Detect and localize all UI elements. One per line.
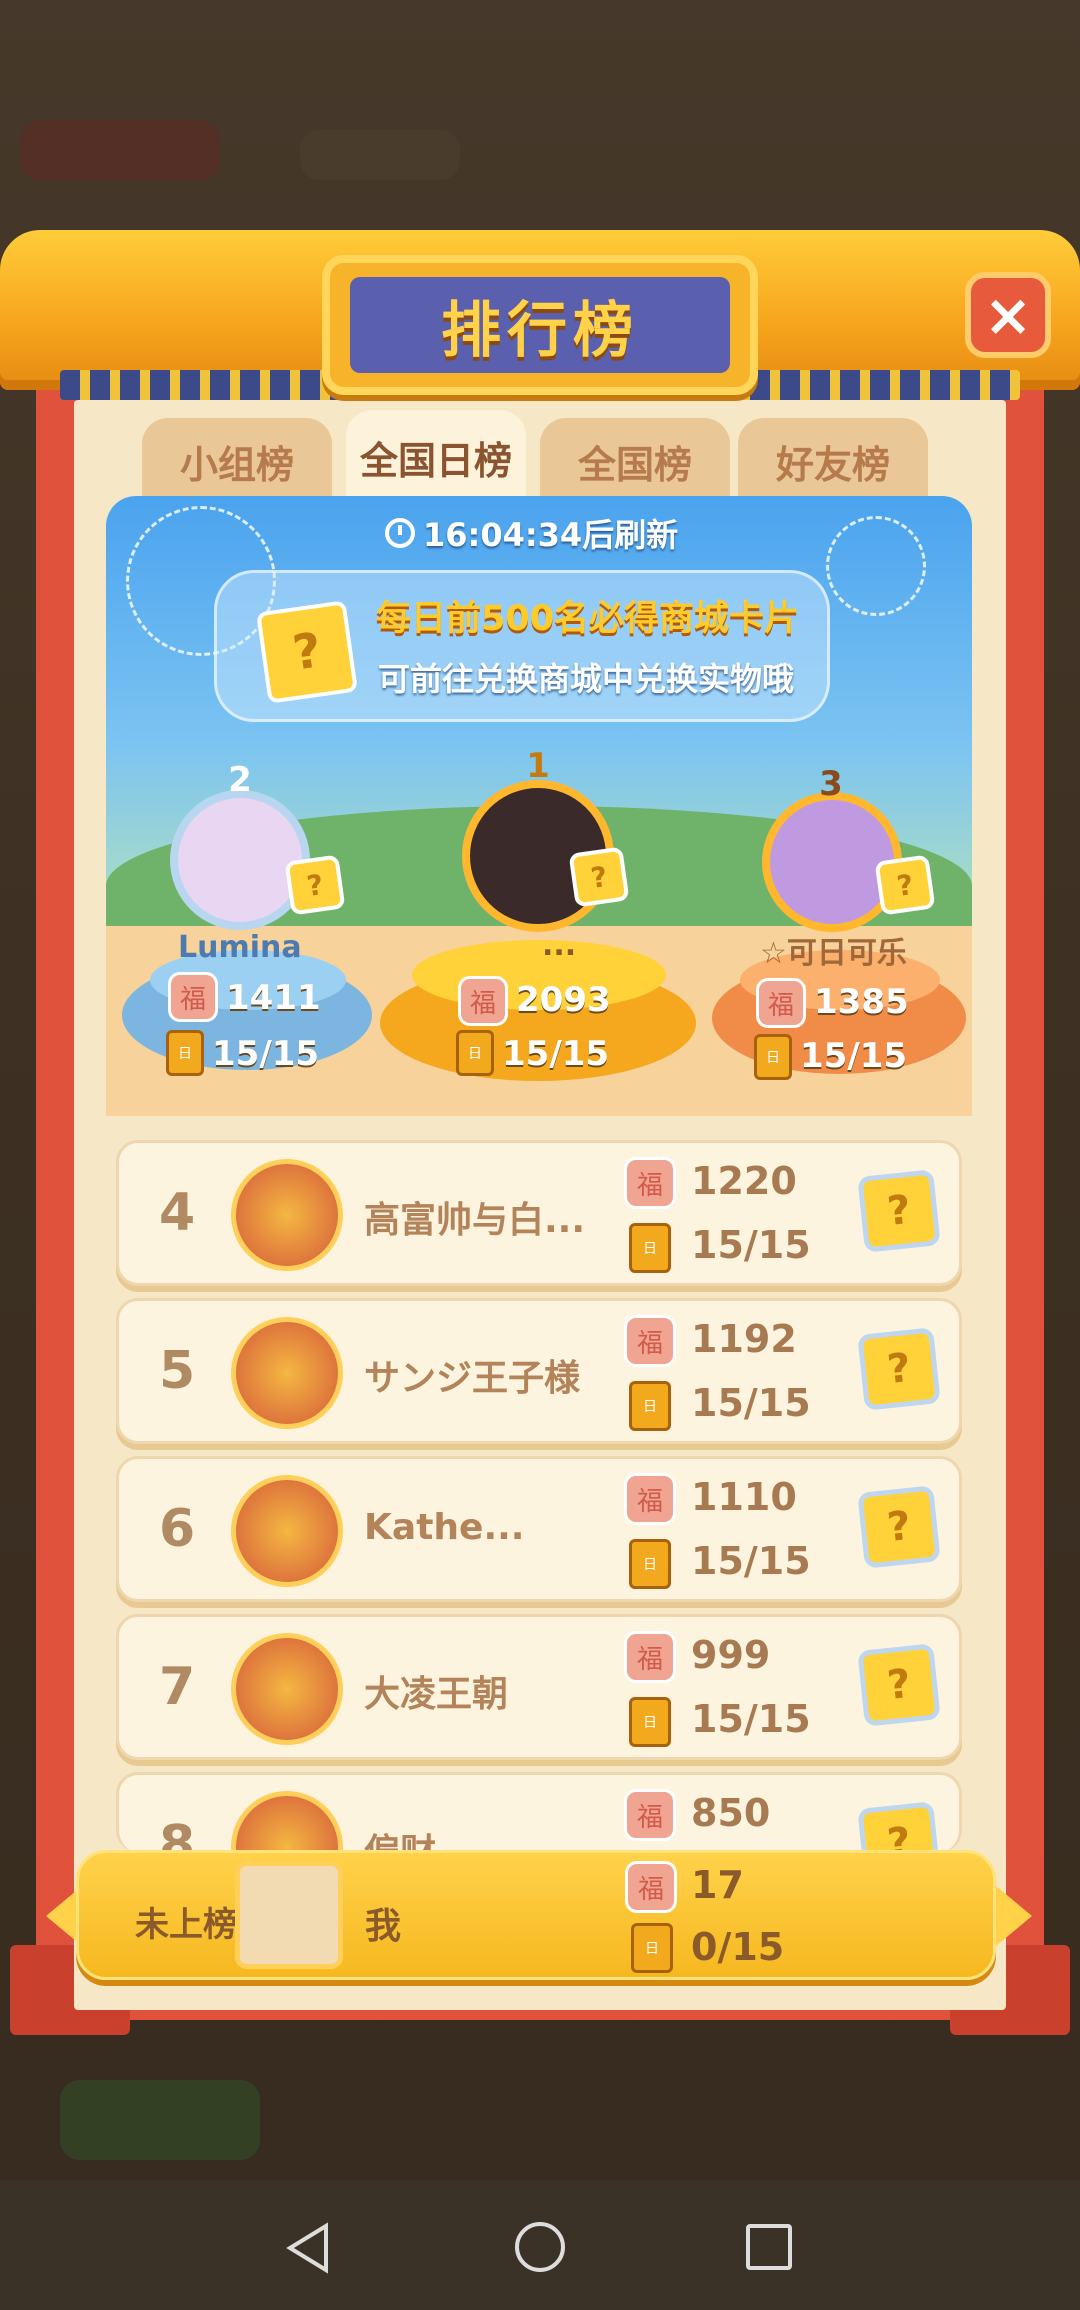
podium-progress-2: 15/15 (212, 1034, 320, 1074)
table-row[interactable]: 5 サンジ王子様 福 1192 日 15/15 ? (116, 1298, 962, 1444)
refresh-text: 16:04:34后刷新 (423, 516, 679, 554)
clock-icon (385, 518, 415, 548)
table-row[interactable]: 4 高富帅与白... 福 1220 日 15/15 ? (116, 1140, 962, 1286)
row-score: 1192 (691, 1317, 797, 1361)
tab-label: 好友榜 (775, 442, 890, 487)
row-progress: 15/15 (691, 1381, 811, 1425)
fu-icon: 福 (624, 1789, 676, 1841)
card-icon: ? (874, 854, 936, 916)
me-bar-arrow-right (996, 1886, 1032, 1946)
tab-friends[interactable]: 好友榜 (738, 418, 928, 504)
fu-icon: 福 (624, 1473, 676, 1525)
row-name: 大凌王朝 (364, 1674, 509, 1715)
tab-national-daily[interactable]: 全国日榜 (346, 410, 526, 504)
row-progress: 15/15 (691, 1697, 811, 1741)
card-icon: ? (568, 846, 630, 908)
book-icon: 日 (629, 1539, 671, 1589)
avatar (231, 1791, 343, 1852)
crown-rank-3: 3 (819, 764, 843, 804)
banner-line-1: 每日前500名必得商城卡片 (376, 599, 800, 639)
row-name: Kathe... (364, 1507, 525, 1548)
row-rank: 8 (159, 1815, 196, 1852)
avatar (231, 1159, 343, 1271)
podium-score-3: 1385 (814, 982, 909, 1022)
crown-rank-2: 2 (228, 760, 252, 800)
row-rank: 7 (159, 1657, 196, 1717)
row-name: 偏财 (364, 1823, 436, 1852)
tab-label: 全国榜 (577, 442, 692, 487)
table-row[interactable]: 6 Kathe... 福 1110 日 15/15 ? (116, 1456, 962, 1602)
card-icon: ? (857, 1169, 941, 1253)
back-icon[interactable] (286, 2222, 330, 2274)
row-score: 1110 (691, 1475, 797, 1519)
tab-national[interactable]: 全国榜 (540, 418, 730, 504)
card-icon: ? (256, 600, 358, 704)
banner-line-2: 可前往兑换商城中兑换实物哦 (378, 660, 795, 698)
book-icon: 日 (631, 1923, 673, 1973)
avatar (235, 1861, 343, 1969)
card-icon: ? (284, 854, 346, 916)
row-name: 高富帅与白... (364, 1200, 586, 1241)
row-rank: 6 (159, 1499, 196, 1559)
tab-label: 小组榜 (179, 442, 294, 487)
fu-icon: 福 (458, 976, 508, 1026)
card-icon: ? (857, 1801, 941, 1852)
my-name: 我 (365, 1906, 402, 1947)
avatar (231, 1317, 343, 1429)
fu-icon: 福 (625, 1861, 677, 1913)
row-progress: 15/15 (691, 1539, 811, 1583)
podium-name-3: ☆可日可乐 (760, 936, 907, 971)
card-icon: ? (857, 1643, 941, 1727)
book-icon: 日 (754, 1034, 792, 1080)
row-score: 850 (691, 1791, 771, 1835)
close-icon: × (983, 281, 1033, 349)
my-score: 17 (691, 1863, 744, 1907)
title-plaque: 排行榜 (322, 255, 758, 395)
crown-rank-1: 1 (526, 746, 550, 786)
avatar-rank-2[interactable] (170, 790, 310, 930)
podium-score-1: 2093 (516, 980, 611, 1020)
row-score: 1220 (691, 1159, 797, 1203)
card-icon: ? (857, 1327, 941, 1411)
fu-icon: 福 (756, 978, 806, 1028)
page-title: 排行榜 (441, 295, 639, 366)
row-rank: 4 (159, 1183, 196, 1243)
firework-decoration (826, 516, 926, 616)
avatar (231, 1633, 343, 1745)
book-icon: 日 (456, 1030, 494, 1076)
my-rank-bar[interactable]: 未上榜 我 福 17 日 0/15 (76, 1850, 996, 1980)
podium-progress-1: 15/15 (502, 1034, 610, 1074)
podium-name-1: ... (542, 928, 577, 963)
row-progress: 15/15 (691, 1223, 811, 1267)
book-icon: 日 (629, 1697, 671, 1747)
tab-label: 全国日榜 (359, 438, 512, 483)
row-rank: 5 (159, 1341, 196, 1401)
recents-icon[interactable] (746, 2224, 792, 2270)
podium-name-2: Lumina (178, 930, 302, 965)
refresh-timer: 16:04:34后刷新 (385, 510, 678, 556)
close-button[interactable]: × (965, 272, 1051, 358)
tab-group[interactable]: 小组榜 (142, 418, 332, 504)
my-rank-label: 未上榜 (135, 1905, 237, 1945)
book-icon: 日 (166, 1030, 204, 1076)
fu-icon: 福 (624, 1315, 676, 1367)
row-score: 999 (691, 1633, 771, 1677)
podium-progress-3: 15/15 (800, 1036, 908, 1076)
card-icon: ? (857, 1485, 941, 1569)
avatar (231, 1475, 343, 1587)
book-icon: 日 (629, 1381, 671, 1431)
table-row[interactable]: 7 大凌王朝 福 999 日 15/15 ? (116, 1614, 962, 1760)
fu-icon: 福 (168, 972, 218, 1022)
my-progress: 0/15 (691, 1925, 785, 1969)
book-icon: 日 (629, 1223, 671, 1273)
row-name: サンジ王子様 (364, 1358, 581, 1399)
table-row[interactable]: 8 偏财 福 850 ? (116, 1772, 962, 1852)
home-icon[interactable] (515, 2222, 565, 2272)
fu-icon: 福 (624, 1157, 676, 1209)
podium-score-2: 1411 (226, 978, 321, 1018)
fu-icon: 福 (624, 1631, 676, 1683)
